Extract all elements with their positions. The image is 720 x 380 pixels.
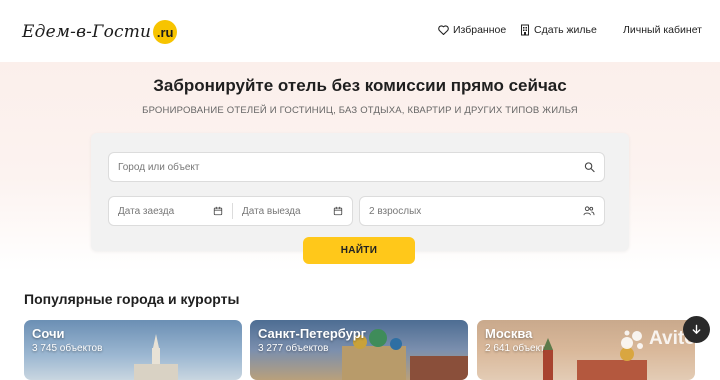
nav-rent-out-label: Сдать жилье — [534, 24, 597, 36]
scroll-down-button[interactable] — [683, 316, 710, 343]
hero-title: Забронируйте отель без комиссии прямо се… — [153, 76, 567, 95]
city-count: 3 745 объектов — [32, 343, 103, 354]
calendar-icon — [213, 206, 223, 216]
search-panel — [91, 133, 629, 251]
logo-badge: .ru — [153, 20, 178, 44]
city-name: Санкт-Петербург — [258, 326, 367, 341]
checkout-field[interactable]: Дата выезда — [233, 197, 352, 225]
city-search-placeholder: Город или объект — [118, 161, 200, 173]
nav-favorites[interactable]: Избранное — [438, 24, 506, 36]
guests-value: 2 взрослых — [369, 205, 422, 217]
nav-account[interactable]: Личный кабинет — [623, 24, 702, 36]
nav-rent-out[interactable]: Сдать жилье — [520, 24, 597, 36]
city-card-spb[interactable]: Санкт-Петербург 3 277 объектов — [250, 320, 468, 380]
site-header: Едем-в-Гости .ru Избранное Сдать жилье Л… — [0, 0, 720, 62]
dates-field-group: Дата заезда Дата выезда — [108, 196, 353, 226]
popular-section-title: Популярные города и курорты — [24, 291, 240, 307]
logo-text: Едем-в-Гости — [22, 22, 152, 42]
site-logo[interactable]: Едем-в-Гости .ru — [22, 20, 178, 44]
city-count: 2 641 объект — [485, 343, 545, 354]
checkin-placeholder: Дата заезда — [118, 205, 175, 217]
city-search-field[interactable]: Город или объект — [108, 152, 605, 182]
building-icon — [521, 24, 529, 36]
nav-account-label: Личный кабинет — [623, 24, 702, 36]
search-icon — [584, 162, 595, 173]
city-count: 3 277 объектов — [258, 343, 329, 354]
avito-logo-icon — [621, 330, 643, 349]
checkin-field[interactable]: Дата заезда — [109, 197, 232, 225]
arrow-down-icon — [692, 324, 701, 334]
heart-icon — [438, 25, 449, 35]
city-card-sochi[interactable]: Сочи 3 745 объектов — [24, 320, 242, 380]
city-name: Сочи — [32, 326, 65, 341]
guests-field[interactable]: 2 взрослых — [359, 196, 605, 226]
find-button[interactable]: НАЙТИ — [303, 237, 415, 264]
calendar-icon — [333, 206, 343, 216]
checkout-placeholder: Дата выезда — [242, 205, 301, 217]
hero-subtitle: БРОНИРОВАНИЕ ОТЕЛЕЙ И ГОСТИНИЦ, БАЗ ОТДЫ… — [142, 105, 578, 116]
guests-icon — [583, 206, 595, 216]
city-name: Москва — [485, 326, 533, 341]
nav-favorites-label: Избранное — [453, 24, 507, 36]
